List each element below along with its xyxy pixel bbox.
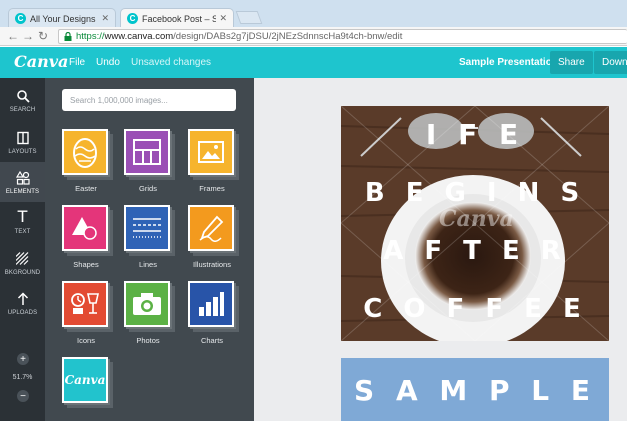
- tile-easter[interactable]: [62, 129, 113, 180]
- canva-favicon-icon: C: [15, 13, 26, 24]
- background-icon: [16, 251, 29, 265]
- sample-text: S A M P L E: [354, 374, 596, 407]
- tile-label: Shapes: [73, 260, 99, 269]
- rail-label: SEARCH: [9, 106, 36, 113]
- back-icon[interactable]: ←: [7, 29, 19, 43]
- text-icon: T: [17, 206, 28, 226]
- pencil-icon: [199, 215, 224, 242]
- grid-icon: [133, 139, 161, 165]
- lines-icon: [133, 218, 161, 238]
- rail-item-uploads[interactable]: UPLOADS: [0, 283, 45, 323]
- browser-window: C All Your Designs – Canva ✕ C Facebook …: [0, 0, 627, 421]
- tile-icons[interactable]: [62, 281, 113, 332]
- search-icon: [16, 89, 30, 103]
- share-button[interactable]: Share: [550, 51, 593, 74]
- rail-label: TEXT: [14, 228, 31, 235]
- tile-illustrations[interactable]: [188, 205, 239, 256]
- undo-button[interactable]: Undo: [96, 57, 120, 68]
- rail-label: LAYOUTS: [8, 148, 37, 155]
- tile-label: Grids: [139, 184, 157, 193]
- tile-photos[interactable]: [124, 281, 175, 332]
- poster-line-1: I F E: [425, 118, 525, 151]
- reload-icon[interactable]: ↻: [38, 29, 48, 43]
- tile-lines[interactable]: [124, 205, 175, 256]
- zoom-level: 51.7%: [12, 374, 33, 381]
- editor-header: Canva File Undo Unsaved changes Sample P…: [0, 47, 627, 78]
- tab-all-designs[interactable]: C All Your Designs – Canva ✕: [8, 8, 116, 28]
- tile-label: Icons: [77, 336, 95, 345]
- new-tab-button[interactable]: [235, 11, 263, 24]
- poster-line-4: C O F F E E: [363, 294, 587, 324]
- design-page-1[interactable]: Canva I F E B E G I N S A F T E R C O F …: [341, 106, 609, 341]
- design-workspace: Canva I F E B E G I N S A F T E R C O F …: [254, 78, 627, 421]
- url-scheme: https://: [76, 31, 105, 42]
- forward-icon[interactable]: →: [22, 29, 34, 43]
- rail-item-text[interactable]: T TEXT: [0, 202, 45, 242]
- canva-watermark: Canva: [439, 206, 514, 232]
- image-search-input[interactable]: [62, 89, 236, 111]
- tile-label: Photos: [136, 336, 160, 345]
- url-path: /design/DABs2g7jDSU/2jNEzSdnnscHa9t4ch-b…: [173, 31, 403, 42]
- tile-label: Frames: [199, 184, 225, 193]
- browser-toolbar: ← → ↻ https:// www.canva.com /design/DAB…: [0, 27, 627, 46]
- canva-logo-icon: Canva: [64, 373, 106, 387]
- lock-icon: [64, 32, 72, 41]
- tab-title: All Your Designs – Canva: [30, 13, 98, 24]
- address-bar[interactable]: https:// www.canva.com /design/DABs2g7jD…: [58, 29, 627, 44]
- rail-item-elements[interactable]: ELEMENTS: [0, 162, 45, 202]
- poster-line-2: B E G I N S: [364, 178, 586, 208]
- tab-facebook-post[interactable]: C Facebook Post – Sample P ✕: [120, 8, 234, 28]
- upload-icon: [17, 291, 28, 305]
- rail-label: BKGROUND: [4, 269, 41, 276]
- bar-chart-icon: [199, 292, 224, 316]
- elements-icon: [15, 170, 30, 185]
- design-page-2[interactable]: S A M P L E: [341, 358, 609, 421]
- close-icon[interactable]: ✕: [101, 13, 109, 24]
- canva-favicon-icon: C: [127, 13, 138, 24]
- rail-label: UPLOADS: [7, 309, 38, 316]
- frame-icon: [198, 141, 224, 163]
- poster-line-3: A F T E R: [383, 236, 567, 266]
- rail-item-background[interactable]: BKGROUND: [0, 243, 45, 283]
- egg-icon: [73, 138, 97, 168]
- canva-logo[interactable]: Canva: [14, 52, 68, 71]
- layouts-icon: [16, 131, 29, 144]
- side-rail: SEARCH LAYOUTS ELEMENTS T TEXT BKGROUND …: [0, 78, 45, 421]
- url-domain: www.canva.com: [104, 31, 174, 42]
- tab-title: Facebook Post – Sample P: [142, 13, 217, 24]
- close-icon[interactable]: ✕: [219, 13, 227, 24]
- tile-frames[interactable]: [188, 129, 239, 180]
- zoom-in-button[interactable]: +: [17, 353, 29, 365]
- shapes-icon: [72, 217, 97, 240]
- save-status: Unsaved changes: [131, 57, 212, 68]
- zoom-out-button[interactable]: −: [17, 390, 29, 402]
- tile-shapes[interactable]: [62, 205, 113, 256]
- rail-label: ELEMENTS: [5, 188, 40, 195]
- tile-charts[interactable]: [188, 281, 239, 332]
- tab-strip: C All Your Designs – Canva ✕ C Facebook …: [0, 0, 627, 28]
- tile-canva[interactable]: Canva: [62, 357, 113, 408]
- download-button[interactable]: Downl: [594, 51, 627, 74]
- tile-grids[interactable]: [124, 129, 175, 180]
- rail-item-search[interactable]: SEARCH: [0, 80, 45, 120]
- tile-label: Charts: [200, 336, 224, 345]
- icons-icon: [71, 293, 99, 314]
- file-menu[interactable]: File: [69, 57, 85, 68]
- elements-panel: Easter Grids Fr: [45, 78, 254, 421]
- design-title[interactable]: Sample Presentation: [459, 57, 558, 68]
- camera-icon: [133, 293, 161, 315]
- tile-label: Illustrations: [193, 260, 231, 269]
- tile-label: Easter: [75, 184, 97, 193]
- rail-item-layouts[interactable]: LAYOUTS: [0, 122, 45, 162]
- tile-label: Lines: [139, 260, 157, 269]
